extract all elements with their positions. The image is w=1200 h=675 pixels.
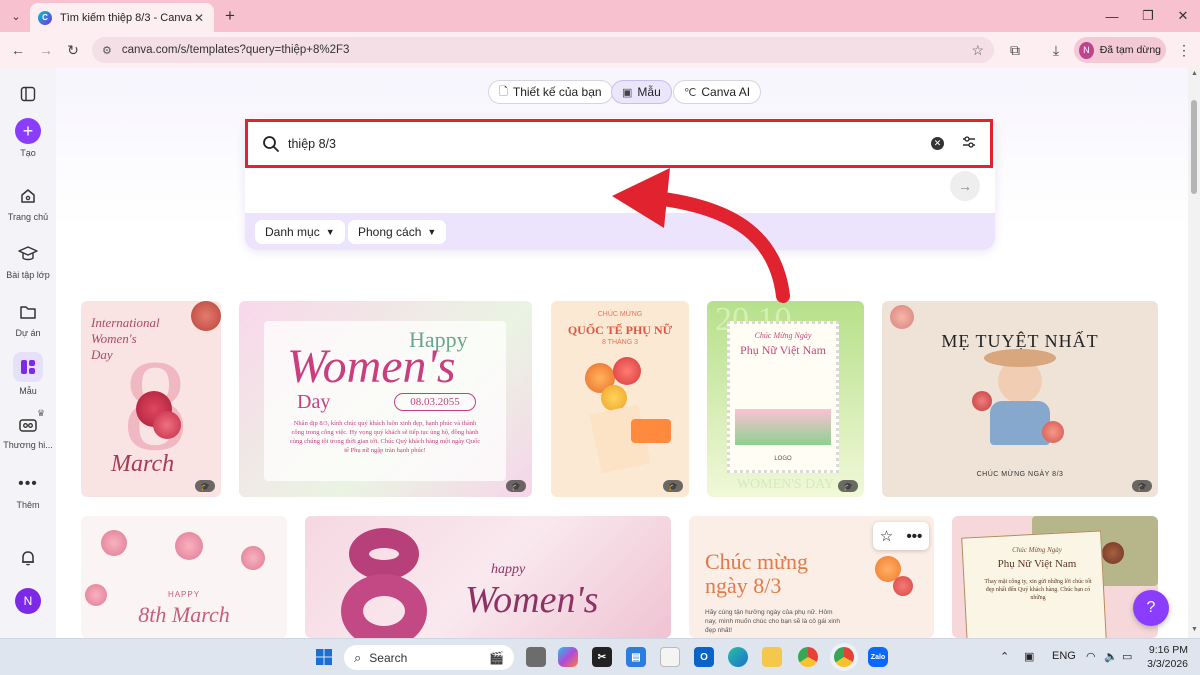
browser-menu-icon[interactable]: ⋮ [1174,40,1194,60]
file-icon[interactable] [660,647,680,667]
address-url[interactable]: canva.com/s/templates?query=thiệp+8%2F3 [122,44,972,56]
profile-avatar: N [1079,41,1094,59]
tray-chevron-up-icon[interactable]: ⌃ [1000,650,1009,663]
new-tab-plus-icon[interactable]: + [220,6,240,26]
task-view-icon[interactable] [526,647,546,667]
ellipsis-icon: ••• [18,475,38,492]
sidebar-item-more[interactable]: ••• Thêm [0,472,56,510]
sidebar-item-label: Thương hi... [3,440,53,450]
sidebar-item-label: Thêm [16,500,40,510]
window-close-icon[interactable]: ✕ [1166,6,1200,26]
graduation-cap-icon [16,242,40,266]
download-icon[interactable]: ⤓ [1046,40,1066,60]
sidebar-toggle[interactable] [0,82,56,106]
sidebar-item-label: Tạo [20,148,36,158]
crown-icon: ♛ [37,408,46,418]
canva-favicon-icon: C [38,10,52,25]
profile-status: Đã tạm dừng [1099,44,1161,56]
windows-taskbar: ⌕ Search 🎬 ✂ ▤ O Zalo ⌃ ▣ ENG ◠ 🔈 ▭ 9:16… [0,638,1200,675]
search-icon: ⌕ [354,649,362,665]
site-info-icon[interactable]: ⚙ [102,44,112,57]
sidebar-item-label: Bài tập lớp [6,270,50,280]
forward-arrow-icon[interactable]: → [36,40,56,60]
system-clock[interactable]: 9:16 PM 3/3/2026 [1138,643,1188,671]
folder-icon [16,300,40,324]
notifications-button[interactable] [0,546,56,570]
templates-icon [13,352,43,382]
page-scrollbar[interactable]: ▲ ▼ [1188,68,1200,638]
outlook-icon[interactable]: O [694,647,714,667]
bookmark-star-icon[interactable]: ☆ [971,42,984,59]
annotation-arrow [612,168,790,303]
tab-close-icon[interactable]: ✕ [192,11,206,25]
sidebar-item-label: Dự án [15,328,41,338]
zalo-icon[interactable]: Zalo [868,647,888,667]
browser-tab-bar: ⌄ C Tìm kiếm thiệp 8/3 - Canva ✕ + — ❐ ✕ [0,0,1200,32]
sidebar-item-home[interactable]: Trang chủ [0,184,56,222]
windows-icon[interactable] [314,647,334,667]
sidebar-panel-icon [16,82,40,106]
sidebar-item-label: Trang chủ [7,212,49,222]
sidebar-item-label: Mẫu [19,386,37,396]
tab-title: Tìm kiếm thiệp 8/3 - Canva [60,11,192,24]
sidebar-item-classwork[interactable]: Bài tập lớp [0,242,56,280]
chrome-active-icon[interactable] [834,647,854,667]
address-bar[interactable]: ⚙ canva.com/s/templates?query=thiệp+8%2F… [92,37,994,63]
profile-button[interactable]: N Đã tạm dừng [1074,37,1166,63]
browser-tab-active[interactable]: C Tìm kiếm thiệp 8/3 - Canva ✕ [30,3,214,32]
battery-icon[interactable]: ▭ [1122,650,1132,663]
tab-search-dropdown-icon[interactable]: ⌄ [6,6,26,26]
window-minimize-icon[interactable]: — [1094,6,1130,26]
main-content: 🗋 Thiết kế của bạn ▣ Mẫu ℃ Canva AI thiệ… [56,68,1188,638]
back-arrow-icon[interactable]: ← [8,40,28,60]
tray-app-icon[interactable]: ▣ [1024,650,1034,663]
edge-icon[interactable] [728,647,748,667]
volume-icon[interactable]: 🔈 [1104,650,1118,663]
sidebar-item-templates[interactable]: Mẫu [0,352,56,396]
sidebar-item-brand[interactable]: ♛ Thương hi... [0,408,56,450]
extensions-puzzle-icon[interactable]: ⧉ [1005,40,1025,60]
reload-icon[interactable]: ↻ [63,40,83,60]
bell-icon [16,546,40,570]
scrollbar-thumb[interactable] [1191,100,1197,194]
chrome-icon[interactable] [798,647,818,667]
home-icon [16,184,40,208]
file-explorer-icon[interactable] [762,647,782,667]
scroll-up-icon[interactable]: ▲ [1191,70,1198,77]
store-icon[interactable]: ▤ [626,647,646,667]
browser-toolbar: ← → ↻ ⚙ canva.com/s/templates?query=thiệ… [0,32,1200,68]
taskbar-search[interactable]: ⌕ Search 🎬 [344,645,514,670]
canva-sidebar: + Tạo Trang chủ Bài tập lớp Dự án Mẫu ♛ … [0,68,56,638]
search-highlight-icon: 🎬 [489,650,504,665]
plus-icon: + [15,118,41,144]
wifi-icon[interactable]: ◠ [1086,650,1096,663]
scroll-down-icon[interactable]: ▼ [1191,626,1198,633]
sidebar-item-projects[interactable]: Dự án [0,300,56,338]
input-language[interactable]: ENG [1052,650,1076,662]
taskbar-search-label: Search [369,650,408,665]
clock-date: 3/3/2026 [1147,658,1188,670]
user-avatar[interactable]: N [15,588,41,614]
clock-time: 9:16 PM [1148,644,1188,656]
sidebar-item-create[interactable]: + Tạo [0,118,56,158]
window-restore-icon[interactable]: ❐ [1130,6,1166,26]
capcut-icon[interactable]: ✂ [592,647,612,667]
copilot-icon[interactable] [558,647,578,667]
